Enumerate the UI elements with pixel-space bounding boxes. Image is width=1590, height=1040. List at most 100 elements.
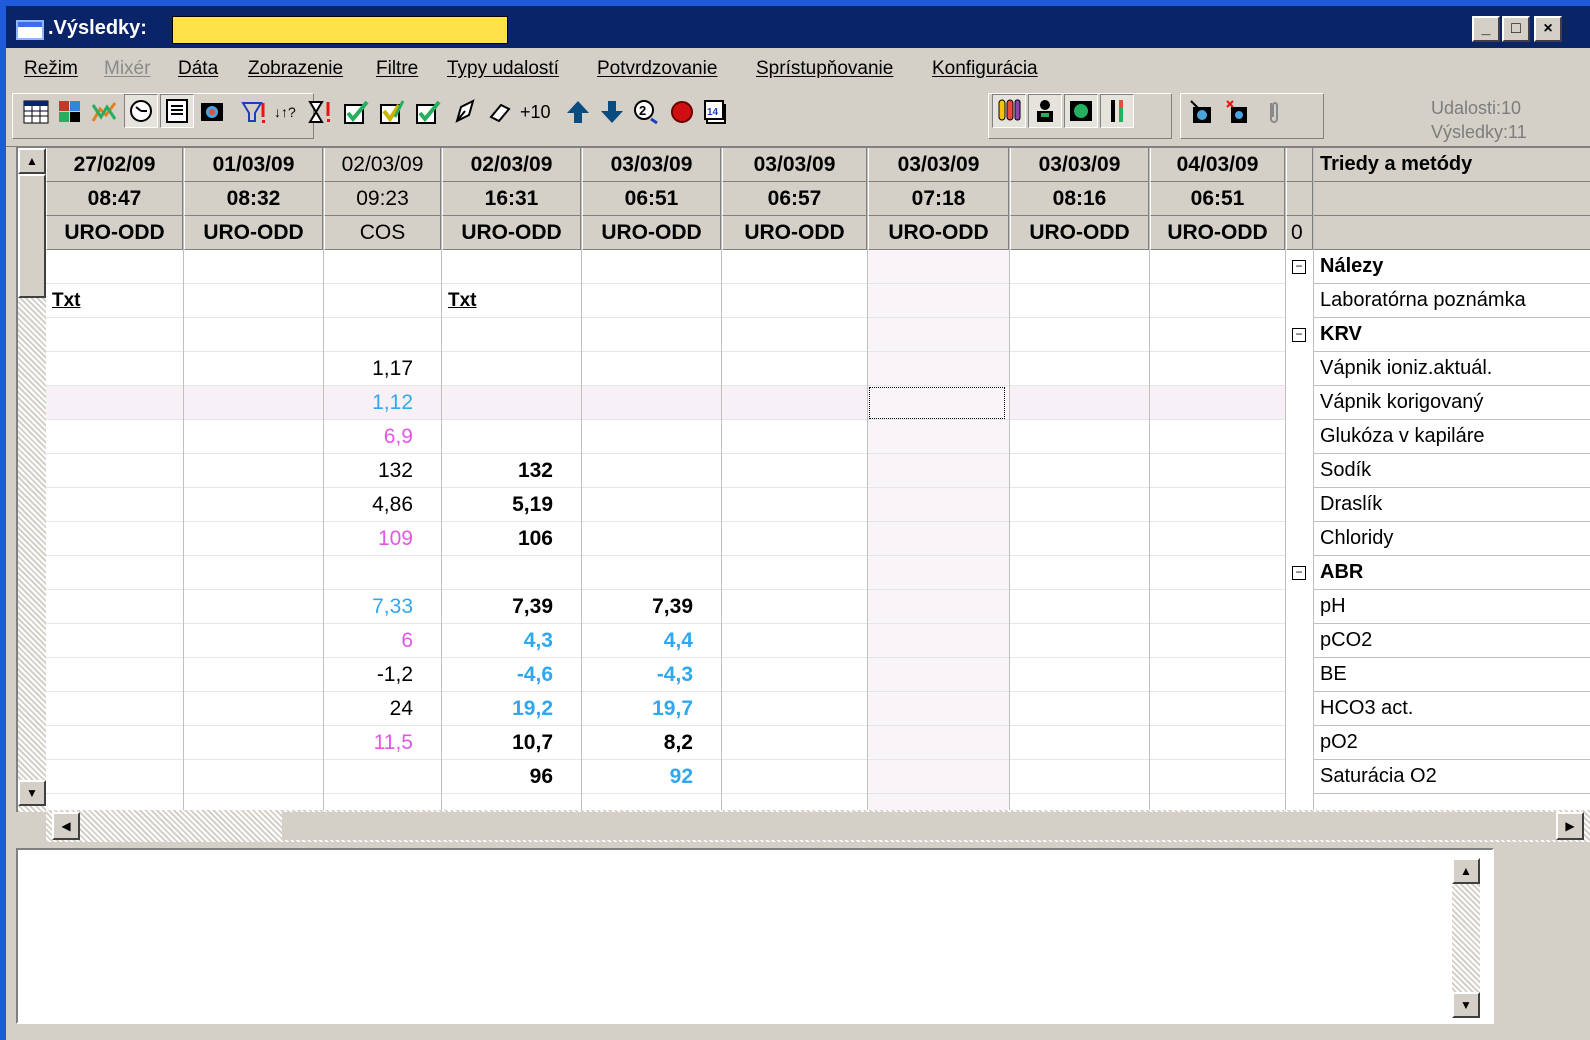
result-cell[interactable]: [868, 522, 1009, 556]
result-cell[interactable]: [1150, 692, 1285, 726]
column-header-dept[interactable]: URO-ODD: [442, 216, 581, 250]
doctor-icon[interactable]: [1028, 94, 1062, 128]
column-header-time[interactable]: 09:23: [324, 182, 441, 216]
result-cell[interactable]: [46, 658, 183, 692]
result-cell[interactable]: 1,12: [324, 386, 441, 420]
collapse-icon[interactable]: −: [1292, 566, 1306, 580]
title-bar[interactable]: .Výsledky: _ □ ×: [6, 6, 1590, 48]
result-cell[interactable]: [1150, 318, 1285, 352]
result-cell[interactable]: [324, 284, 441, 318]
result-cell[interactable]: -4,6: [442, 658, 581, 692]
result-cell[interactable]: [184, 590, 323, 624]
result-cell[interactable]: [868, 352, 1009, 386]
event-column[interactable]: 03/03/09 08:16 URO-ODD: [1010, 148, 1150, 812]
result-cell[interactable]: [46, 488, 183, 522]
result-cell[interactable]: [722, 488, 867, 522]
event-column[interactable]: 03/03/09 07:18 URO-ODD: [868, 148, 1010, 812]
result-cell[interactable]: 10,7: [442, 726, 581, 760]
column-header-dept[interactable]: URO-ODD: [184, 216, 323, 250]
menu-konfiguracia[interactable]: Konfigurácia: [932, 58, 1038, 80]
result-cell[interactable]: [1010, 318, 1149, 352]
result-cell[interactable]: [1150, 726, 1285, 760]
column-header-time[interactable]: 06:51: [1150, 182, 1285, 216]
result-cell[interactable]: [46, 420, 183, 454]
pen-icon[interactable]: [450, 96, 482, 128]
menu-data[interactable]: Dáta: [178, 58, 218, 80]
minimize-button[interactable]: _: [1472, 16, 1500, 42]
result-cell[interactable]: [1150, 454, 1285, 488]
result-cell[interactable]: [1010, 692, 1149, 726]
notes-scroll-up-button[interactable]: ▲: [1452, 858, 1480, 884]
column-header-date[interactable]: 04/03/09: [1150, 148, 1285, 182]
result-cell[interactable]: [324, 250, 441, 284]
document-icon[interactable]: [160, 94, 194, 128]
result-cell[interactable]: [184, 488, 323, 522]
result-cell[interactable]: [722, 318, 867, 352]
vertical-scrollbar[interactable]: ▲ ▼: [18, 148, 46, 812]
remove-photo-icon[interactable]: [1222, 96, 1254, 128]
method-row[interactable]: HCO3 act.: [1314, 692, 1590, 726]
method-row[interactable]: pCO2: [1314, 624, 1590, 658]
column-header-date[interactable]: 27/02/09: [46, 148, 183, 182]
result-cell[interactable]: [868, 658, 1009, 692]
result-cell[interactable]: [722, 386, 867, 420]
result-cell[interactable]: [1010, 352, 1149, 386]
notes-scroll-down-button[interactable]: ▼: [1452, 992, 1480, 1018]
result-cell[interactable]: [1150, 556, 1285, 590]
column-header-date[interactable]: 03/03/09: [1010, 148, 1149, 182]
result-cell[interactable]: [582, 522, 721, 556]
result-cell[interactable]: [442, 352, 581, 386]
result-cell[interactable]: [1150, 624, 1285, 658]
method-group[interactable]: Nálezy: [1314, 250, 1590, 284]
result-cell[interactable]: [722, 658, 867, 692]
event-column[interactable]: 27/02/09 08:47 URO-ODD Txt: [46, 148, 184, 812]
horizontal-scroll-thumb[interactable]: [282, 812, 1562, 840]
column-header-date[interactable]: 02/03/09: [442, 148, 581, 182]
result-cell[interactable]: [582, 420, 721, 454]
column-header-time[interactable]: 06:51: [582, 182, 721, 216]
calendar-icon[interactable]: 14: [700, 96, 732, 128]
result-cell[interactable]: [868, 692, 1009, 726]
result-cell[interactable]: [722, 760, 867, 794]
eraser-icon[interactable]: [484, 96, 516, 128]
result-cell[interactable]: [868, 250, 1009, 284]
scroll-right-button[interactable]: ▶: [1556, 812, 1584, 840]
sample-rack-icon[interactable]: [1100, 94, 1134, 128]
result-cell[interactable]: 92: [582, 760, 721, 794]
result-cell[interactable]: [1150, 284, 1285, 318]
event-column[interactable]: 04/03/09 06:51 URO-ODD: [1150, 148, 1286, 812]
result-cell[interactable]: [1150, 658, 1285, 692]
result-cell[interactable]: 19,2: [442, 692, 581, 726]
result-cell[interactable]: [46, 454, 183, 488]
result-cell[interactable]: Txt: [46, 284, 183, 318]
result-cell[interactable]: [184, 386, 323, 420]
result-cell[interactable]: [46, 590, 183, 624]
result-cell[interactable]: 6: [324, 624, 441, 658]
menu-filtre[interactable]: Filtre: [376, 58, 418, 80]
clock-icon[interactable]: [124, 94, 158, 128]
result-cell[interactable]: 4,3: [442, 624, 581, 658]
method-group[interactable]: ABR: [1314, 556, 1590, 590]
result-cell[interactable]: [46, 726, 183, 760]
menu-zobrazenie[interactable]: Zobrazenie: [248, 58, 343, 80]
result-cell[interactable]: [1150, 760, 1285, 794]
result-cell[interactable]: [1150, 590, 1285, 624]
result-cell[interactable]: 132: [324, 454, 441, 488]
result-cell[interactable]: -1,2: [324, 658, 441, 692]
result-cell[interactable]: [582, 284, 721, 318]
scroll-up-button[interactable]: ▲: [18, 148, 46, 174]
plus10-button[interactable]: +10: [518, 96, 558, 128]
column-header-dept[interactable]: URO-ODD: [582, 216, 721, 250]
filter-flag-icon[interactable]: [238, 96, 270, 128]
result-cell[interactable]: [184, 556, 323, 590]
result-cell[interactable]: 109: [324, 522, 441, 556]
result-cell[interactable]: [868, 488, 1009, 522]
result-cell[interactable]: [722, 250, 867, 284]
result-cell[interactable]: [722, 352, 867, 386]
method-row[interactable]: BE: [1314, 658, 1590, 692]
result-cell[interactable]: [442, 386, 581, 420]
event-column[interactable]: 02/03/09 09:23 COS 1,17 1,12 6,9 132 4,86 109 7,3…: [324, 148, 442, 812]
result-cell[interactable]: [722, 556, 867, 590]
method-row[interactable]: Laboratórna poznámka: [1314, 284, 1590, 318]
result-cell[interactable]: 96: [442, 760, 581, 794]
